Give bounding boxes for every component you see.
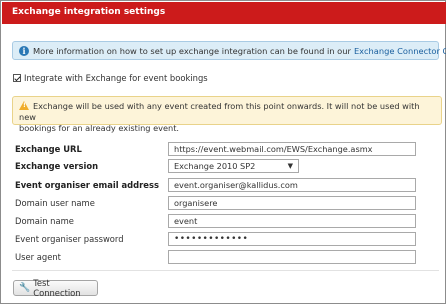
organiser-email-label: Event organiser email address	[15, 180, 159, 190]
organiser-password-input[interactable]: •••••••••••••	[168, 232, 416, 246]
settings-panel: Exchange integration settings i More inf…	[0, 0, 446, 304]
exchange-version-row: Exchange version Exchange 2010 SP2 ▼	[15, 159, 435, 173]
organiser-email-row: Event organiser email address event.orga…	[15, 178, 435, 192]
test-connection-label: Test Connection	[33, 278, 81, 298]
warning-message: ! Exchange will be used with any event cr…	[12, 96, 442, 133]
domain-user-name-label: Domain user name	[15, 198, 95, 208]
domain-name-row: Domain name event	[15, 214, 435, 228]
organiser-password-label: Event organiser password	[15, 234, 124, 244]
user-agent-input[interactable]	[168, 250, 416, 264]
organiser-email-input[interactable]: event.organiser@kallidus.com	[168, 178, 416, 192]
panel-title: Exchange integration settings	[2, 2, 446, 24]
divider	[12, 270, 439, 271]
exchange-url-label: Exchange URL	[15, 144, 82, 154]
test-connection-button[interactable]: 🔧 Test Connection	[13, 278, 98, 298]
exchange-url-row: Exchange URL https://event.webmail.com/E…	[15, 142, 435, 156]
user-agent-label: User agent	[15, 252, 61, 262]
info-text: More information on how to set up exchan…	[33, 45, 351, 56]
chevron-down-icon: ▼	[287, 162, 293, 170]
warning-text-line2: bookings for an already existing event.	[19, 123, 180, 133]
integrate-exchange-option[interactable]: Integrate with Exchange for event bookin…	[13, 73, 208, 83]
integrate-exchange-label: Integrate with Exchange for event bookin…	[24, 73, 208, 83]
info-message: i More information on how to set up exch…	[12, 41, 446, 60]
user-agent-row: User agent	[15, 250, 435, 264]
exchange-url-input[interactable]: https://event.webmail.com/EWS/Exchange.a…	[168, 142, 416, 156]
exchange-version-value: Exchange 2010 SP2	[174, 161, 256, 171]
domain-name-input[interactable]: event	[168, 214, 416, 228]
exchange-version-label: Exchange version	[15, 161, 99, 171]
warning-text-line1: Exchange will be used with any event cre…	[19, 101, 420, 122]
domain-user-name-row: Domain user name organisere	[15, 196, 435, 210]
domain-name-label: Domain name	[15, 216, 74, 226]
domain-user-name-input[interactable]: organisere	[168, 196, 416, 210]
exchange-connector-guide-link[interactable]: Exchange Connector Guide	[354, 46, 446, 56]
exchange-version-select[interactable]: Exchange 2010 SP2 ▼	[168, 159, 299, 173]
organiser-password-row: Event organiser password •••••••••••••	[15, 232, 435, 246]
info-icon: i	[19, 45, 29, 56]
warning-icon: !	[19, 101, 29, 110]
wrench-icon: 🔧	[19, 283, 31, 293]
integrate-exchange-checkbox[interactable]	[13, 74, 21, 82]
